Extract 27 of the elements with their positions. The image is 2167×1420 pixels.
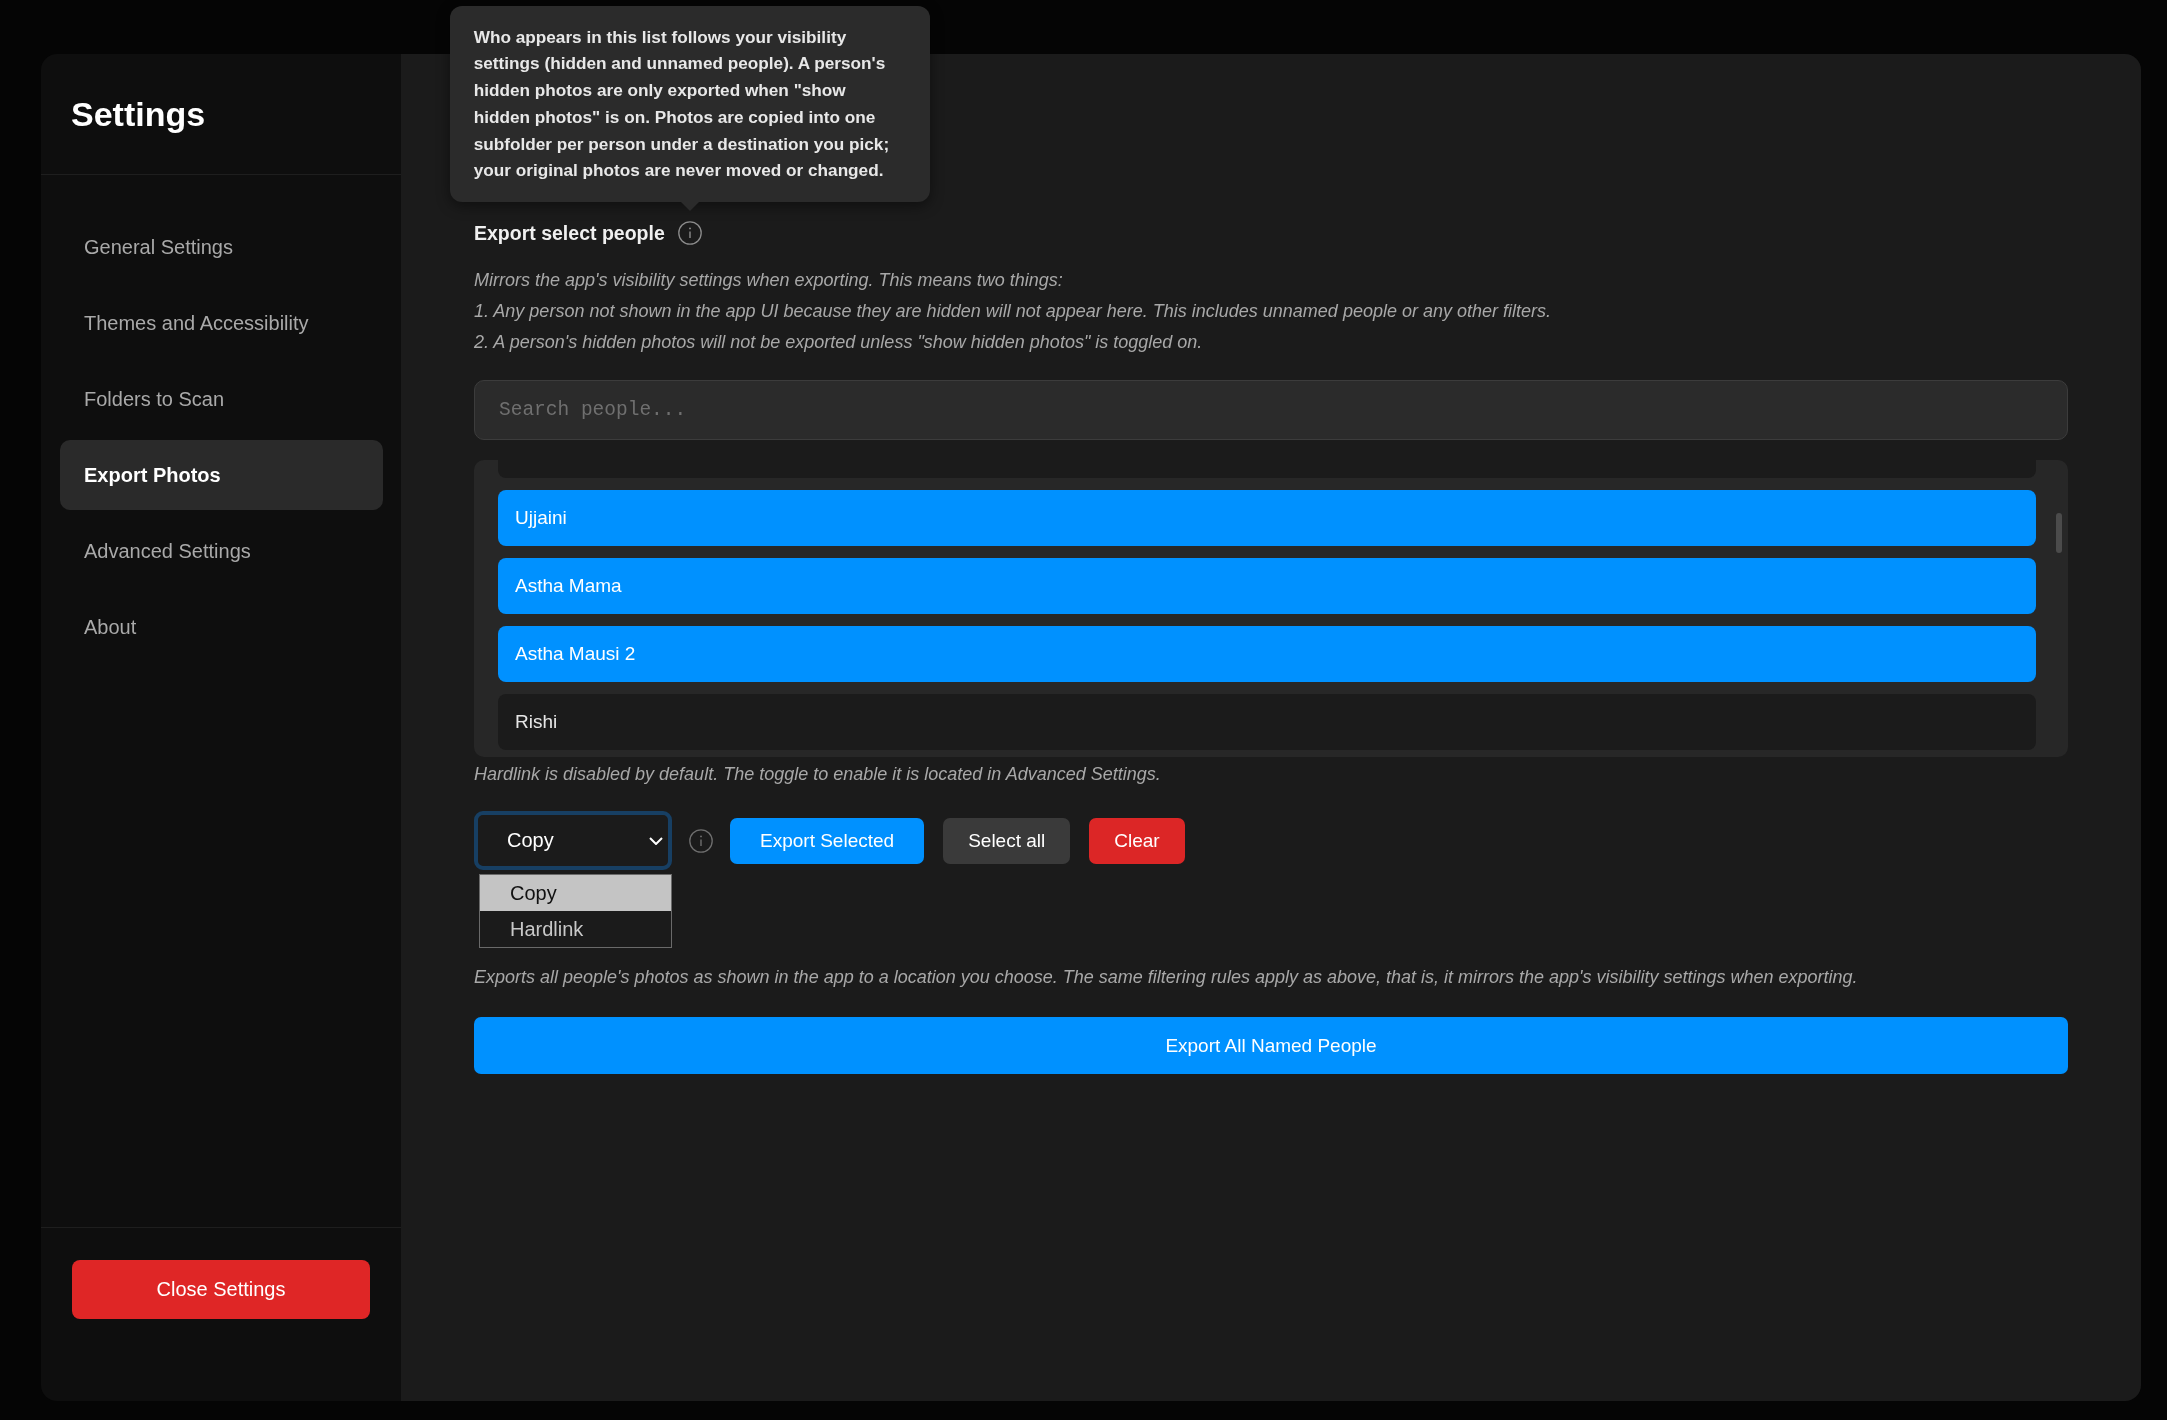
mode-select[interactable]: Copy bbox=[474, 811, 672, 870]
info-icon[interactable] bbox=[689, 828, 713, 853]
dropdown-option[interactable]: Copy bbox=[480, 875, 671, 911]
sidebar-item[interactable]: Themes and Accessibility bbox=[60, 288, 383, 358]
sidebar-item[interactable]: Folders to Scan bbox=[60, 364, 383, 434]
sidebar-item[interactable]: About bbox=[60, 592, 383, 662]
list-item[interactable]: Rishi bbox=[498, 694, 2036, 750]
dropdown-option[interactable]: Hardlink bbox=[480, 911, 671, 947]
info-icon[interactable] bbox=[677, 221, 702, 245]
sidebar-item[interactable]: General Settings bbox=[60, 212, 383, 282]
tooltip-pointer bbox=[680, 202, 699, 211]
sidebar-item[interactable]: Advanced Settings bbox=[60, 516, 383, 586]
description-text: Mirrors the app's visibility settings when exporting. This means two things: bbox=[474, 269, 1064, 292]
hint-text: Hardlink is disabled by default. The toggle to enable it is located in Advanced Settings. bbox=[474, 763, 1162, 786]
search-field[interactable]: Search people... bbox=[474, 380, 2068, 440]
action-button[interactable]: Clear bbox=[1089, 817, 1185, 864]
close-settings-button[interactable]: Close Settings bbox=[72, 1260, 370, 1319]
description-text: 2. A person's hidden photos will not be exported unless "show hidden photos" is toggled on. bbox=[474, 331, 1204, 354]
sidebar-title: Settings bbox=[71, 94, 206, 134]
section-heading: Export select people bbox=[474, 221, 665, 246]
tooltip: Who appears in this list follows your visibility settings (hidden and unnamed people). A person's hidden photos are only exported when "show hidden photos" is on. Photos are copied into one subfolder per person under a destination you pick; your original photos are never moved or changed. bbox=[449, 5, 930, 202]
action-button[interactable]: Select all bbox=[943, 817, 1071, 864]
scrollbar-thumb[interactable] bbox=[2056, 513, 2062, 553]
chevron-down-icon bbox=[649, 836, 663, 845]
description-text: Exports all people's photos as shown in the app to a location you choose. The same filtering rules apply as above, that is, it mirrors the app's visibility settings when exporting. bbox=[474, 966, 1859, 989]
description-text: 1. Any person not shown in the app UI because they are hidden will not appear here. This includes unnamed people or any other filters. bbox=[474, 300, 1552, 323]
sidebar-item[interactable]: Export Photos bbox=[60, 440, 383, 510]
